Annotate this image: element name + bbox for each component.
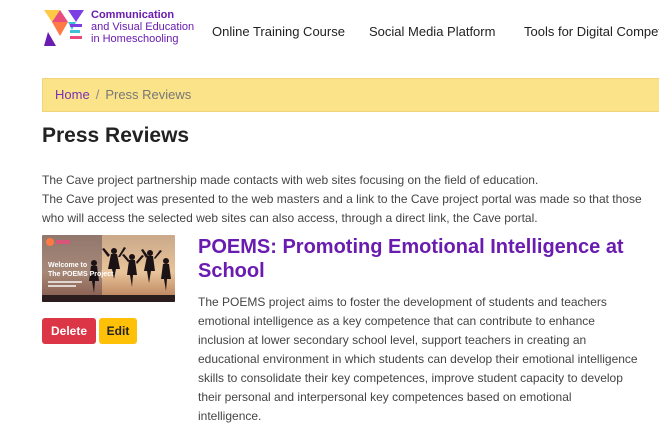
breadcrumb: Home / Press Reviews <box>42 78 659 112</box>
article-thumbnail-image: Welcome to The POEMS Project <box>42 235 175 302</box>
article-title-link[interactable]: POEMS: Promoting Emotional Intelligence … <box>198 235 648 283</box>
site-logo-icon[interactable] <box>44 10 84 46</box>
page-title: Press Reviews <box>42 124 190 147</box>
breadcrumb-separator: / <box>95 87 100 102</box>
delete-button[interactable]: Delete <box>42 318 96 344</box>
edit-button[interactable]: Edit <box>99 318 137 344</box>
logo-line-3: in Homeschooling <box>91 33 179 45</box>
intro-paragraph: The Cave project partnership made contac… <box>42 173 539 187</box>
page-intro: The Cave project partnership made contac… <box>42 171 642 228</box>
breadcrumb-home-link[interactable]: Home <box>55 87 90 102</box>
thumbnail-text-line-1: Welcome to <box>48 262 87 269</box>
intro-paragraph: The Cave project was presented to the we… <box>42 192 642 225</box>
article-thumbnail[interactable]: Welcome to The POEMS Project <box>42 235 175 302</box>
logo-line-2: and Visual Education <box>91 21 195 33</box>
nav-item-tools-for-digital-competence[interactable]: Tools for Digital Compete <box>524 24 659 39</box>
nav-item-online-training-course[interactable]: Online Training Course <box>212 24 345 39</box>
breadcrumb-current: Press Reviews <box>105 87 192 102</box>
site-logo-text[interactable]: Communication and Visual Education in Ho… <box>91 9 194 45</box>
thumbnail-text-line-2: The POEMS Project <box>48 271 114 278</box>
article-body: The POEMS project aims to foster the dev… <box>198 295 638 423</box>
nav-item-social-media-platform[interactable]: Social Media Platform <box>369 24 495 39</box>
site-header: Communication and Visual Education in Ho… <box>0 0 659 62</box>
logo-line-1: Communication <box>91 9 175 21</box>
